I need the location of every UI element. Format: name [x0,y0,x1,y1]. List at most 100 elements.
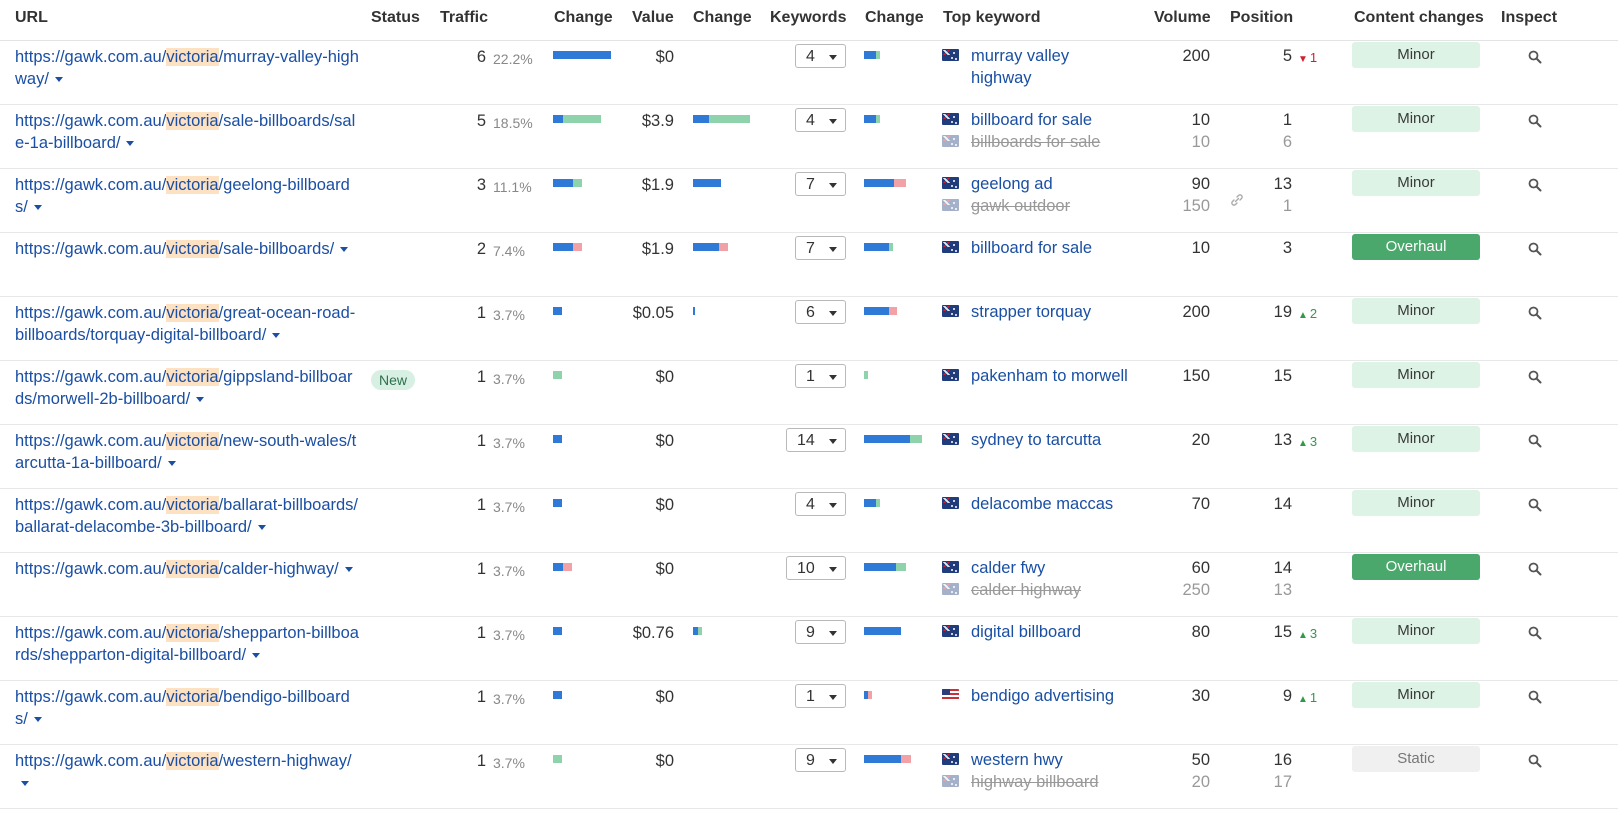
content-change-badge[interactable]: Minor [1352,426,1480,452]
content-change-badge[interactable]: Minor [1352,682,1480,708]
chevron-down-icon[interactable] [252,653,261,659]
content-change-badge[interactable]: Minor [1352,362,1480,388]
content-change-badge[interactable]: Minor [1352,170,1480,196]
traffic-value: 1 [476,496,486,514]
content-change-badge[interactable]: Overhaul [1352,234,1480,260]
header-volume[interactable]: Volume [1154,9,1211,27]
keywords-change-bar [864,563,906,571]
header-top-keyword[interactable]: Top keyword [943,9,1041,27]
top-keyword-link[interactable]: delacombe maccas [971,493,1113,515]
keyword-volume: 10 [1191,111,1210,129]
search-icon[interactable] [1528,178,1542,192]
header-position[interactable]: Position [1230,9,1293,27]
page-url-link[interactable]: https://gawk.com.au/victoria/sale-billbo… [15,110,360,154]
page-url-link[interactable]: https://gawk.com.au/victoria/murray-vall… [15,46,360,90]
country-flag-icon [942,177,959,189]
header-traffic-change[interactable]: Change [554,9,613,27]
content-change-badge[interactable]: Minor [1352,106,1480,132]
search-icon[interactable] [1528,434,1542,448]
search-icon[interactable] [1528,754,1542,768]
chevron-down-icon[interactable] [344,567,353,573]
search-icon[interactable] [1528,242,1542,256]
content-change-badge[interactable]: Minor [1352,298,1480,324]
header-url[interactable]: URL [15,9,48,27]
chevron-down-icon[interactable] [272,333,281,339]
header-status[interactable]: Status [371,9,420,27]
bar-segment [553,499,562,507]
search-icon[interactable] [1528,306,1542,320]
page-url-link[interactable]: https://gawk.com.au/victoria/ballarat-bi… [15,494,360,538]
keywords-change-bar [864,243,893,251]
chevron-down-icon[interactable] [126,141,135,147]
header-value[interactable]: Value [632,9,674,27]
content-change-badge[interactable]: Static [1352,746,1480,772]
keywords-dropdown[interactable]: 10 [786,556,846,580]
header-value-change[interactable]: Change [693,9,752,27]
header-content-changes[interactable]: Content changes [1354,9,1484,27]
header-keywords-change[interactable]: Change [865,9,924,27]
search-icon[interactable] [1528,498,1542,512]
triangle-up-icon: ▲ [1298,438,1308,449]
keywords-dropdown[interactable]: 1 [795,684,846,708]
header-traffic[interactable]: Traffic [440,9,488,27]
keywords-count: 7 [806,240,815,257]
page-url-link[interactable]: https://gawk.com.au/victoria/bendigo-bil… [15,686,360,730]
search-icon[interactable] [1528,114,1542,128]
top-keyword-link[interactable]: western hwy [971,749,1063,771]
top-keyword-link[interactable]: digital billboard [971,621,1081,643]
chevron-down-icon[interactable] [340,247,349,253]
link-icon[interactable] [1229,192,1245,208]
content-change-badge[interactable]: Minor [1352,490,1480,516]
top-keyword-link[interactable]: billboard for sale [971,237,1092,259]
chevron-down-icon[interactable] [257,525,266,531]
search-icon[interactable] [1528,50,1542,64]
keywords-count: 7 [806,176,815,193]
table-row: https://gawk.com.au/victoria/ballarat-bi… [0,488,1618,553]
top-keyword-link[interactable]: sydney to tarcutta [971,429,1101,451]
top-keyword-link[interactable]: murray valley highway [971,45,1091,89]
page-url-link[interactable]: https://gawk.com.au/victoria/calder-high… [15,558,360,580]
bar-segment [864,51,876,59]
keywords-dropdown[interactable]: 1 [795,364,846,388]
page-url-link[interactable]: https://gawk.com.au/victoria/great-ocean… [15,302,360,346]
chevron-down-icon[interactable] [54,77,63,83]
search-icon[interactable] [1528,562,1542,576]
top-keyword-link[interactable]: strapper torquay [971,301,1091,323]
chevron-down-icon[interactable] [196,397,205,403]
chevron-down-icon[interactable] [21,781,29,787]
page-url-link[interactable]: https://gawk.com.au/victoria/western-hig… [15,750,360,794]
keywords-dropdown[interactable]: 4 [795,492,846,516]
triangle-up-icon: ▲ [1298,630,1308,641]
search-icon[interactable] [1528,626,1542,640]
chevron-down-icon[interactable] [33,205,42,211]
keywords-dropdown[interactable]: 7 [795,172,846,196]
top-keyword-link[interactable]: billboard for sale [971,109,1092,131]
page-url-link[interactable]: https://gawk.com.au/victoria/new-south-w… [15,430,360,474]
traffic-percent: 3.7% [493,755,525,771]
keywords-dropdown[interactable]: 9 [795,620,846,644]
content-change-badge[interactable]: Minor [1352,618,1480,644]
keywords-dropdown[interactable]: 4 [795,44,846,68]
keywords-dropdown[interactable]: 7 [795,236,846,260]
page-url-link[interactable]: https://gawk.com.au/victoria/shepparton-… [15,622,360,666]
chevron-down-icon[interactable] [167,461,176,467]
keyword-volume: 30 [1191,687,1210,705]
top-keyword-link[interactable]: geelong ad [971,173,1053,195]
chevron-down-icon[interactable] [33,717,42,723]
search-icon[interactable] [1528,370,1542,384]
keywords-dropdown[interactable]: 4 [795,108,846,132]
page-url-link[interactable]: https://gawk.com.au/victoria/geelong-bil… [15,174,360,218]
page-url-link[interactable]: https://gawk.com.au/victoria/gippsland-b… [15,366,360,410]
keywords-dropdown[interactable]: 9 [795,748,846,772]
traffic-value: 1 [476,688,486,706]
content-change-badge[interactable]: Overhaul [1352,554,1480,580]
top-keyword-link[interactable]: calder fwy [971,557,1045,579]
page-url-link[interactable]: https://gawk.com.au/victoria/sale-billbo… [15,238,360,260]
header-keywords[interactable]: Keywords [770,9,846,27]
keywords-dropdown[interactable]: 14 [786,428,846,452]
top-keyword-link[interactable]: bendigo advertising [971,685,1114,707]
content-change-badge[interactable]: Minor [1352,42,1480,68]
search-icon[interactable] [1528,690,1542,704]
top-keyword-link[interactable]: pakenham to morwell [971,365,1128,387]
keywords-dropdown[interactable]: 6 [795,300,846,324]
